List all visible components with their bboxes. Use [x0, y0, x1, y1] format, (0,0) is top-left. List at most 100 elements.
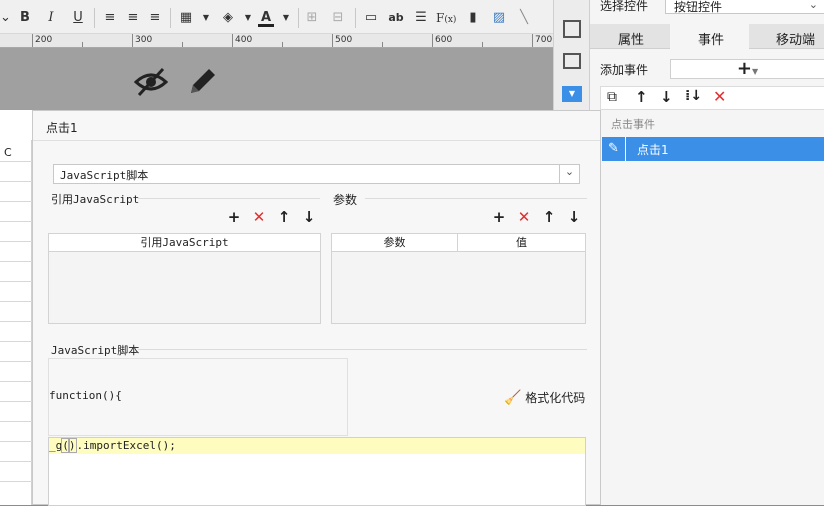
image-icon[interactable]: ▨ [489, 8, 509, 28]
code-editor[interactable]: _g().importExcel(); [48, 437, 586, 506]
separator [170, 8, 171, 28]
spreadsheet-strip: C [0, 140, 32, 505]
move-up-param-button[interactable]: ↑ [540, 208, 558, 226]
format-toolbar: ⌄ B I U ≡ ≡ ≡ ▦ ▼ ◈ ▼ A ▼ ⊞ ⊟ ▭ ab ☰ F(x… [0, 0, 553, 34]
fill-dropdown-icon[interactable]: ▼ [238, 8, 258, 28]
ruler-mark: 300 [135, 35, 153, 45]
add-param-button[interactable]: + [490, 208, 508, 226]
unmerge-cells-icon[interactable]: ⊟ [328, 8, 348, 28]
separator [355, 8, 356, 28]
align-center-icon[interactable]: ≡ [123, 8, 143, 28]
move-up-ref-button[interactable]: ↑ [275, 208, 293, 226]
property-panel: 选择控件 按钮控件 ⌄ 属性 事件 移动端 添加事件 +▼ ⧉ ↑ ↓ ⁞↓ ✕… [589, 0, 824, 505]
params-table: 参数 值 [331, 233, 586, 324]
code-call: (); [155, 439, 176, 452]
arrow-down-icon[interactable]: ↓ [660, 88, 673, 106]
script-type-value: JavaScript脚本 [60, 169, 149, 182]
italic-button[interactable]: I [41, 8, 61, 28]
separator [298, 8, 299, 28]
params-legend: 参数 [333, 193, 358, 207]
params-column-header: 参数 [332, 234, 458, 252]
sheet-top [0, 110, 32, 140]
chevron-icon[interactable]: ⌄ [0, 8, 11, 28]
event-group-label: 点击事件 [611, 118, 655, 131]
tab-mobile[interactable]: 移动端 [776, 29, 815, 48]
ref-js-table: 引用JavaScript [48, 233, 321, 324]
dropdown-widget-icon[interactable]: ▼ [562, 86, 582, 102]
event-list-item[interactable]: ✎ 点击1 [602, 137, 824, 161]
move-bottom-icon[interactable]: ⁞↓ [685, 88, 702, 104]
fill-color-icon[interactable]: ◈ [218, 8, 238, 28]
tab-events[interactable]: 事件 [698, 29, 724, 48]
separator [94, 8, 95, 28]
hide-eye-icon[interactable] [134, 66, 168, 98]
add-event-label: 添加事件 [600, 63, 649, 77]
ref-js-column-header: 引用JavaScript [49, 234, 320, 252]
merge-cells-icon[interactable]: ⊞ [302, 8, 322, 28]
script-type-select[interactable]: JavaScript脚本 ⌄ [53, 164, 580, 184]
delete-icon[interactable]: ✕ [713, 87, 726, 106]
event-toolbar: ⧉ ↑ ↓ ⁞↓ ✕ [600, 86, 824, 110]
ruler-mark: 500 [335, 35, 353, 45]
column-header: C [4, 146, 12, 159]
chevron-down-icon: ▼ [751, 67, 759, 76]
design-canvas [0, 48, 553, 110]
pencil-icon[interactable] [187, 65, 217, 97]
underline-button[interactable]: U [68, 8, 88, 28]
plus-icon: + [736, 58, 752, 79]
tab-properties[interactable]: 属性 [618, 29, 644, 48]
event-dialog: 点击1 JavaScript脚本 ⌄ 引用JavaScript 参数 + ✕ ↑… [32, 110, 601, 506]
function-header-box: function(){ [48, 358, 348, 436]
select-widget-label: 选择控件 [600, 0, 649, 13]
delete-param-button[interactable]: ✕ [515, 208, 533, 226]
code-paren-close: ) [67, 438, 77, 453]
ruler-mark: 400 [235, 35, 253, 45]
horizontal-ruler: 200 300 400 500 600 700 [0, 34, 553, 48]
align-left-icon[interactable]: ≡ [100, 8, 120, 28]
move-down-ref-button[interactable]: ↓ [300, 208, 318, 226]
formula-icon[interactable]: F(x) [436, 8, 456, 28]
paragraph-icon[interactable]: ☰ [411, 8, 431, 28]
chart-icon[interactable]: ▮ [463, 8, 483, 28]
function-declaration: function(){ [49, 389, 122, 402]
widget-select[interactable]: 按钮控件 ⌄ [665, 0, 824, 14]
add-event-button[interactable]: +▼ [670, 59, 824, 79]
grid-settings-icon[interactable] [563, 20, 581, 38]
font-color-dropdown-icon[interactable]: ▼ [276, 8, 296, 28]
code-line-highlight: _g().importExcel(); [49, 438, 585, 454]
delete-ref-button[interactable]: ✕ [250, 208, 268, 226]
add-ref-button[interactable]: + [225, 208, 243, 226]
text-abc-icon[interactable]: ab [386, 8, 406, 28]
dialog-title: 点击1 [46, 121, 78, 135]
border-icon[interactable]: ▦ [176, 8, 196, 28]
dialog-header: 点击1 [33, 111, 600, 141]
copy-icon[interactable]: ⧉ [607, 89, 617, 105]
widget-icon-strip: ▼ [553, 0, 589, 110]
event-item-label: 点击1 [637, 143, 669, 157]
frame-icon[interactable] [563, 53, 581, 69]
widget-select-value: 按钮控件 [674, 0, 723, 14]
chevron-down-icon: ⌄ [808, 0, 818, 11]
arrow-up-icon[interactable]: ↑ [635, 88, 648, 106]
ruler-mark: 700 [535, 35, 553, 45]
tab-bar: 属性 事件 移动端 [590, 24, 824, 49]
code-method: .importExcel [75, 439, 156, 452]
broom-icon: 🧹 [504, 390, 522, 406]
script-section-label: JavaScript脚本 [51, 344, 140, 357]
border-dropdown-icon[interactable]: ▼ [196, 8, 216, 28]
code-prefix: _g [49, 439, 63, 452]
font-color-icon[interactable]: A [256, 8, 276, 28]
value-column-header: 值 [458, 234, 585, 252]
format-code-button[interactable]: 🧹 格式化代码 [504, 389, 585, 406]
ref-js-legend: 引用JavaScript [51, 193, 140, 206]
move-down-param-button[interactable]: ↓ [565, 208, 583, 226]
slash-icon[interactable]: ╲ [514, 8, 534, 28]
ruler-mark: 200 [35, 35, 53, 45]
format-code-label: 格式化代码 [525, 391, 586, 405]
align-right-icon[interactable]: ≡ [145, 8, 165, 28]
ruler-mark: 600 [435, 35, 453, 45]
bold-button[interactable]: B [15, 8, 35, 28]
edit-pencil-icon[interactable]: ✎ [602, 137, 626, 161]
code-paren-open: ( [61, 438, 70, 453]
text-field-icon[interactable]: ▭ [361, 8, 381, 28]
